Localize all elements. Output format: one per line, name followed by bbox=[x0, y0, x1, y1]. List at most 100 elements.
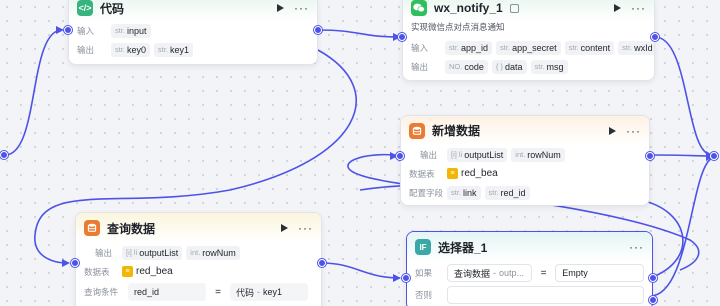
fields-row: 配置字段 str. link str. red_id bbox=[409, 183, 641, 202]
output-chip: str. key0 bbox=[111, 42, 151, 57]
input-chip: str. app_id bbox=[445, 40, 493, 55]
arrow-to-query bbox=[62, 259, 70, 267]
add-input-port[interactable] bbox=[396, 152, 404, 160]
wire-code-to-wx bbox=[317, 29, 401, 38]
if-operator: = bbox=[540, 267, 547, 279]
input-row: 输入 str. app_id str. app_secret str. content… bbox=[411, 38, 654, 57]
query-input-port[interactable] bbox=[71, 259, 79, 267]
selector-else-port[interactable] bbox=[649, 296, 657, 304]
start-port[interactable] bbox=[0, 151, 8, 159]
query-node-title: 查询数据 bbox=[107, 221, 156, 236]
add-data-node[interactable]: 新增数据 ··· 输出 [i] li outputList int. rowNum … bbox=[400, 115, 650, 206]
output-chip: int. rowNum bbox=[511, 147, 565, 162]
fields-label: 配置字段 bbox=[409, 187, 444, 198]
if-icon: IF bbox=[415, 239, 431, 255]
database-add-icon bbox=[409, 122, 425, 139]
input-label: 输入 bbox=[77, 25, 95, 36]
wx-node-header[interactable]: wx_notify_1 ··· bbox=[403, 0, 654, 21]
code-icon: </> bbox=[77, 0, 93, 16]
else-row: 否则 bbox=[415, 284, 644, 306]
if-left-operand[interactable]: 查询数据 - outp... bbox=[447, 264, 532, 282]
input-row: 输入 str. input bbox=[77, 21, 309, 40]
output-chip: [i] li outputList bbox=[122, 245, 183, 260]
add-node-header[interactable]: 新增数据 ··· bbox=[401, 116, 649, 145]
wire-selector-else bbox=[649, 157, 713, 297]
condition-label: 查询条件 bbox=[84, 287, 119, 297]
output-label: 输出 bbox=[77, 44, 95, 55]
selector-if-port[interactable] bbox=[649, 274, 657, 282]
input-chip: str. wxId bbox=[618, 40, 654, 55]
output-chip: [i] li outputList bbox=[447, 147, 508, 162]
wx-output-port[interactable] bbox=[651, 33, 659, 41]
add-output-port[interactable] bbox=[646, 152, 654, 160]
output-label: 输出 bbox=[419, 149, 437, 160]
table-label: 数据表 bbox=[409, 168, 435, 179]
input-chip: str. content bbox=[564, 40, 615, 55]
selector-node[interactable]: IF 选择器_1 ··· 如果 查询数据 - outp... = Empty 否则 bbox=[406, 231, 653, 306]
if-right-operand[interactable]: Empty bbox=[555, 264, 644, 282]
output-row: 输出 [i] li outputList int. rowNum bbox=[409, 145, 641, 164]
wx-notify-node[interactable]: wx_notify_1 ··· 实现微信点对点消息通知 输入 str. app_i… bbox=[402, 0, 655, 81]
selector-input-port[interactable] bbox=[402, 274, 410, 282]
selector-node-title: 选择器_1 bbox=[438, 240, 488, 255]
output-row: 输出 str. key0 str. key1 bbox=[77, 40, 309, 59]
table-label: 数据表 bbox=[84, 266, 110, 277]
wire-wx-to-end bbox=[654, 36, 713, 156]
add-node-title: 新增数据 bbox=[432, 124, 481, 138]
arrow-to-code bbox=[56, 26, 64, 34]
table-value: ≡ red_bea bbox=[447, 168, 498, 179]
table-row: 数据表 ≡ red_bea bbox=[409, 164, 641, 183]
query-node-header[interactable]: 查询数据 ··· bbox=[76, 213, 321, 243]
condition-operator: = bbox=[215, 286, 221, 298]
condition-row: 查询条件 red_id = 代码 - key1 bbox=[84, 281, 313, 303]
code-input-port[interactable] bbox=[64, 26, 72, 34]
else-box[interactable] bbox=[447, 286, 644, 304]
arrow-to-selector bbox=[393, 274, 401, 282]
database-query-icon bbox=[84, 220, 100, 236]
code-node-title: 代码 bbox=[100, 1, 125, 16]
run-icon[interactable] bbox=[281, 224, 288, 232]
output-row: 输出 NO. code { } data str. msg bbox=[411, 57, 646, 76]
else-label: 否则 bbox=[415, 290, 433, 300]
output-row: 输出 [i] li outputList int. rowNum bbox=[84, 243, 313, 262]
wire-query-to-selector bbox=[321, 262, 401, 279]
output-chip: int. rowNum bbox=[186, 245, 240, 260]
code-output-port[interactable] bbox=[314, 26, 322, 34]
wechat-icon bbox=[411, 0, 427, 16]
condition-value[interactable]: 代码 - key1 bbox=[230, 283, 308, 301]
end-input-port[interactable] bbox=[710, 152, 718, 160]
if-row: 如果 查询数据 - outp... = Empty bbox=[415, 262, 644, 284]
output-chip: { } data bbox=[491, 59, 527, 74]
input-chip: str. input bbox=[111, 23, 151, 38]
more-icon[interactable]: ··· bbox=[626, 125, 641, 137]
input-label: 输入 bbox=[411, 42, 429, 53]
field-chip: str. red_id bbox=[484, 185, 530, 200]
selector-node-header[interactable]: IF 选择器_1 ··· bbox=[407, 232, 652, 262]
more-icon[interactable]: ··· bbox=[631, 2, 646, 14]
table-row: 数据表 ≡ red_bea bbox=[84, 262, 313, 281]
condition-field[interactable]: red_id bbox=[128, 283, 206, 301]
wx-node-title: wx_notify_1 bbox=[434, 1, 503, 15]
output-label: 输出 bbox=[411, 61, 429, 72]
run-icon[interactable] bbox=[277, 4, 284, 12]
query-output-port[interactable] bbox=[318, 259, 326, 267]
code-node-header[interactable]: </> 代码 ··· bbox=[69, 0, 317, 21]
more-icon[interactable]: ··· bbox=[629, 241, 644, 253]
wx-node-description: 实现微信点对点消息通知 bbox=[411, 22, 505, 32]
database-icon: ≡ bbox=[122, 266, 133, 277]
run-icon[interactable] bbox=[614, 4, 621, 12]
plugin-badge-icon bbox=[509, 3, 519, 13]
more-icon[interactable]: ··· bbox=[294, 2, 309, 14]
run-icon[interactable] bbox=[609, 126, 616, 135]
input-chip: str. app_secret bbox=[496, 40, 561, 55]
output-chip: str. key1 bbox=[154, 42, 194, 57]
output-chip: str. msg bbox=[530, 59, 568, 74]
code-node[interactable]: </> 代码 ··· 输入 str. input 输出 str. key0 str.… bbox=[68, 0, 318, 65]
more-icon[interactable]: ··· bbox=[298, 222, 313, 234]
wx-input-port[interactable] bbox=[398, 33, 406, 41]
field-chip: str. link bbox=[447, 185, 481, 200]
if-label: 如果 bbox=[415, 268, 433, 278]
query-data-node[interactable]: 查询数据 ··· 输出 [i] li outputList int. rowNum … bbox=[75, 212, 322, 306]
table-value: ≡ red_bea bbox=[122, 266, 173, 277]
database-icon: ≡ bbox=[447, 168, 458, 179]
